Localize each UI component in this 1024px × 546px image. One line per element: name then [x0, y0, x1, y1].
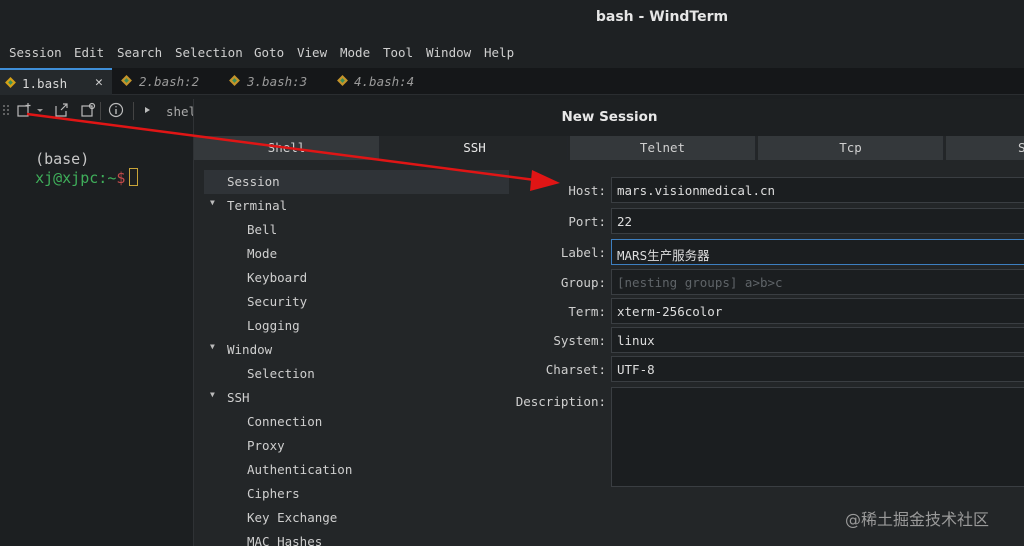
- tree-item-authentication[interactable]: Authentication: [204, 458, 509, 482]
- drag-handle-icon[interactable]: [2, 102, 10, 118]
- dialog-title-bar: New Session: [194, 99, 1024, 136]
- tab-serial[interactable]: S: [946, 136, 1024, 160]
- tree-item-connection[interactable]: Connection: [204, 410, 509, 434]
- menu-session[interactable]: Session: [9, 45, 62, 60]
- tree-item-key-exchange[interactable]: Key Exchange: [204, 506, 509, 530]
- chevron-down-icon[interactable]: [36, 102, 44, 118]
- charset-label: Charset:: [545, 362, 606, 377]
- title-bar: bash - WindTerm: [0, 0, 1024, 36]
- watermark: @稀土掘金技术社区: [845, 510, 990, 529]
- new-session-icon[interactable]: [16, 102, 32, 118]
- git-icon: [5, 77, 16, 88]
- charset-select[interactable]: UTF-8: [611, 356, 1024, 382]
- tree-item-mode[interactable]: Mode: [204, 242, 509, 266]
- close-icon[interactable]: ✕: [95, 75, 103, 90]
- shell-label[interactable]: shel: [166, 104, 196, 119]
- protocol-tabs: Shell SSH Telnet Tcp S: [194, 136, 1024, 160]
- tree-item-window[interactable]: ▼ Window: [204, 338, 509, 362]
- system-label: System:: [553, 333, 606, 348]
- tab-ssh[interactable]: SSH: [382, 136, 568, 160]
- play-icon[interactable]: [143, 102, 153, 118]
- tree-item-proxy[interactable]: Proxy: [204, 434, 509, 458]
- menu-goto[interactable]: Goto: [254, 45, 284, 60]
- tab-bar: 1.bash ✕ 2.bash:2 3.bash:3 4.bash:4: [0, 68, 1024, 95]
- tab-label: 3.bash:3: [247, 74, 308, 89]
- toolbar-divider: [133, 102, 134, 120]
- tree-item-terminal[interactable]: ▼ Terminal: [204, 194, 509, 218]
- tab-tcp[interactable]: Tcp: [758, 136, 944, 160]
- port-input[interactable]: 22: [611, 208, 1024, 234]
- tree-item-logging[interactable]: Logging: [204, 314, 509, 338]
- conda-env: (base): [35, 150, 90, 168]
- tab-label: 2.bash:2: [139, 74, 200, 89]
- port-label: Port:: [568, 214, 606, 229]
- menu-search[interactable]: Search: [117, 45, 162, 60]
- toolbar-divider: [100, 102, 101, 120]
- tab-label: 4.bash:4: [354, 74, 415, 89]
- tree-item-keyboard[interactable]: Keyboard: [204, 266, 509, 290]
- tab-1-bash[interactable]: 1.bash ✕: [0, 68, 112, 95]
- toolbar: shel: [0, 96, 200, 126]
- menu-view[interactable]: View: [297, 45, 327, 60]
- git-icon: [337, 75, 348, 86]
- duplicate-session-icon[interactable]: [80, 102, 96, 118]
- open-session-icon[interactable]: [53, 102, 69, 118]
- prompt-user: xj@xjpc: [35, 169, 99, 187]
- prompt-path: ~: [107, 169, 117, 187]
- term-label: Term:: [568, 304, 606, 319]
- tab-telnet[interactable]: Telnet: [570, 136, 756, 160]
- git-icon: [121, 75, 132, 86]
- tree-item-selection[interactable]: Selection: [204, 362, 509, 386]
- term-select[interactable]: xterm-256color: [611, 298, 1024, 324]
- host-input[interactable]: mars.visionmedical.cn: [611, 177, 1024, 203]
- tree-item-mac-hashes[interactable]: MAC Hashes: [204, 530, 509, 546]
- terminal-prompt[interactable]: (base) xj@xjpc:~$: [17, 132, 139, 187]
- menu-edit[interactable]: Edit: [74, 45, 104, 60]
- git-icon: [229, 75, 240, 86]
- dialog-title: New Session: [561, 109, 658, 125]
- menu-window[interactable]: Window: [426, 45, 471, 60]
- tree-item-bell[interactable]: Bell: [204, 218, 509, 242]
- menu-selection[interactable]: Selection: [175, 45, 243, 60]
- tree-item-ciphers[interactable]: Ciphers: [204, 482, 509, 506]
- expand-arrow-icon[interactable]: ▼: [210, 342, 215, 351]
- expand-arrow-icon[interactable]: ▼: [210, 390, 215, 399]
- prompt-separator: :: [98, 169, 108, 187]
- menu-bar: Session Edit Search Selection Goto View …: [0, 36, 1024, 68]
- menu-mode[interactable]: Mode: [340, 45, 370, 60]
- tab-4-bash[interactable]: 4.bash:4: [329, 68, 436, 95]
- description-textarea[interactable]: [611, 387, 1024, 487]
- terminal-cursor: [129, 168, 139, 186]
- info-icon[interactable]: [108, 102, 124, 118]
- system-select[interactable]: linux: [611, 327, 1024, 353]
- label-input[interactable]: MARS生产服务器: [611, 239, 1024, 265]
- tab-3-bash[interactable]: 3.bash:3: [221, 68, 328, 95]
- prompt-dollar: $: [116, 169, 126, 187]
- tree-item-ssh[interactable]: ▼ SSH: [204, 386, 509, 410]
- expand-arrow-icon[interactable]: ▼: [210, 198, 215, 207]
- menu-tool[interactable]: Tool: [383, 45, 413, 60]
- window-title: bash - WindTerm: [595, 9, 729, 25]
- group-input[interactable]: [nesting groups] a>b>c: [611, 269, 1024, 295]
- group-label: Group:: [560, 275, 606, 290]
- tab-2-bash[interactable]: 2.bash:2: [113, 68, 220, 95]
- description-label: Description:: [515, 394, 606, 409]
- host-label: Host:: [568, 183, 606, 198]
- tree-item-security[interactable]: Security: [204, 290, 509, 314]
- tab-shell[interactable]: Shell: [194, 136, 380, 160]
- new-session-dialog: New Session Shell SSH Telnet Tcp S Sessi…: [193, 99, 1024, 546]
- tab-label: 1.bash: [22, 76, 68, 91]
- label-label: Label:: [560, 245, 606, 260]
- menu-help[interactable]: Help: [484, 45, 514, 60]
- tree-item-session[interactable]: Session: [204, 170, 509, 194]
- settings-tree: Session ▼ Terminal Bell Mode Keyboard Sec…: [194, 160, 514, 546]
